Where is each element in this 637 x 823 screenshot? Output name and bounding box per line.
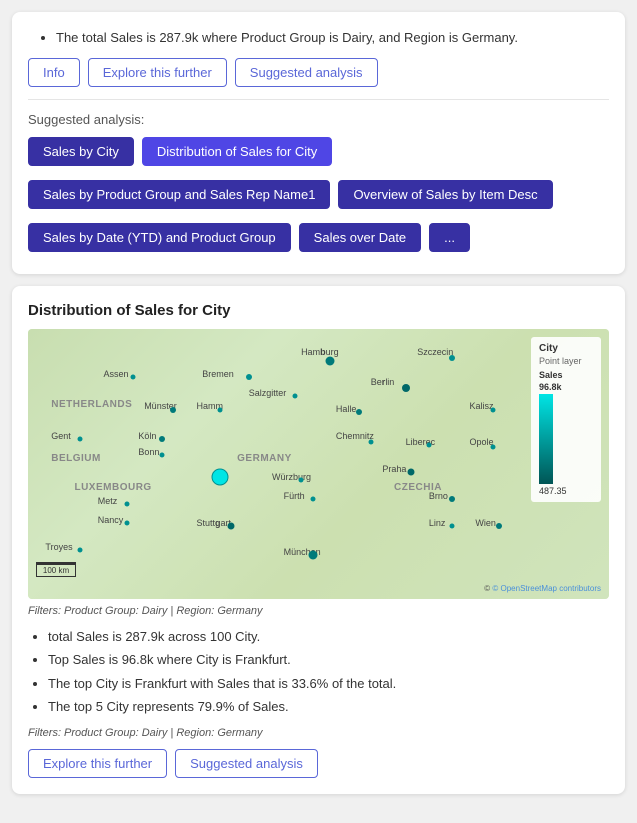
opole-dot xyxy=(490,445,495,450)
hamburg-label: Hamburg xyxy=(301,347,339,357)
suggested-label: Suggested analysis: xyxy=(28,112,609,127)
praha-label: Praha xyxy=(382,464,406,474)
legend-bar-row: 96.8k 487.35 xyxy=(539,382,593,496)
salzgitter-dot xyxy=(293,394,298,399)
sales-by-product-group-button[interactable]: Sales by Product Group and Sales Rep Nam… xyxy=(28,180,330,209)
bonn-dot xyxy=(159,453,164,458)
legend-title: City xyxy=(539,343,593,354)
munster-dot xyxy=(170,407,176,413)
map-filter-text: Filters: Product Group: Dairy | Region: … xyxy=(28,605,609,617)
legend-subtitle: Point layer xyxy=(539,356,593,366)
map-card: Distribution of Sales for City NETHERLAN… xyxy=(12,286,625,794)
liberec-dot xyxy=(426,442,431,447)
nancy-label: Nancy xyxy=(98,515,124,525)
hamm-dot xyxy=(217,407,222,412)
bonn-label: Bonn xyxy=(138,447,159,457)
troyes-label: Troyes xyxy=(45,542,72,552)
gent-label: Gent xyxy=(51,431,71,441)
bullet-total-sales: total Sales is 287.9k across 100 City. xyxy=(48,627,609,647)
map-background: NETHERLANDS BELGIUM LUXEMBOURG GERMANY C… xyxy=(28,329,609,599)
szczecin-label: Szczecin xyxy=(417,347,453,357)
metz-dot xyxy=(124,502,129,507)
legend-metric: Sales xyxy=(539,370,593,380)
brno-dot xyxy=(449,496,455,502)
stuttgart-dot xyxy=(228,522,235,529)
linz-label: Linz xyxy=(429,518,446,528)
top-info-card: The total Sales is 287.9k where Product … xyxy=(12,12,625,274)
frankfurt-dot xyxy=(211,469,228,486)
info-button[interactable]: Info xyxy=(28,58,80,87)
map-scale: 100 km xyxy=(36,562,76,577)
legend-gradient-bar xyxy=(539,394,553,484)
divider xyxy=(28,99,609,100)
belgium-label: BELGIUM xyxy=(51,453,101,464)
halle-label: Halle xyxy=(336,404,357,414)
assen-dot xyxy=(130,375,135,380)
praha-dot xyxy=(408,468,415,475)
info-text: The total Sales is 287.9k where Product … xyxy=(56,28,609,48)
sales-over-date-button[interactable]: Sales over Date xyxy=(299,223,422,252)
map-legend: City Point layer Sales 96.8k 487.35 xyxy=(531,337,601,502)
halle-dot xyxy=(356,409,362,415)
netherlands-label: NETHERLANDS xyxy=(51,399,132,410)
bottom-action-buttons: Explore this further Suggested analysis xyxy=(28,749,609,778)
analysis-bullets: total Sales is 287.9k across 100 City. T… xyxy=(28,627,609,717)
wurzburg-dot xyxy=(299,477,304,482)
hamburg-dot xyxy=(326,356,335,365)
explore-further-button-top[interactable]: Explore this further xyxy=(88,58,227,87)
bremen-label: Bremen xyxy=(202,369,234,379)
bottom-filter-text: Filters: Product Group: Dairy | Region: … xyxy=(28,727,609,739)
troyes-dot xyxy=(78,547,83,552)
sales-by-city-button[interactable]: Sales by City xyxy=(28,137,134,166)
osm-link[interactable]: © OpenStreetMap contributors xyxy=(492,584,601,593)
salzgitter-label: Salzgitter xyxy=(249,388,287,398)
map-title: Distribution of Sales for City xyxy=(28,302,609,319)
berlin-dot xyxy=(402,384,410,392)
gent-dot xyxy=(78,437,83,442)
berlin-label: Berlin xyxy=(371,377,395,387)
bullet-top-5: The top 5 City represents 79.9% of Sales… xyxy=(48,697,609,717)
map-attribution: © © OpenStreetMap contributors xyxy=(484,584,601,593)
metz-label: Metz xyxy=(98,496,118,506)
legend-max: 96.8k xyxy=(539,382,562,392)
furth-label: Fürth xyxy=(284,491,305,501)
explore-further-button-bottom[interactable]: Explore this further xyxy=(28,749,167,778)
legend-min: 487.35 xyxy=(539,486,567,496)
bullet-top-city: The top City is Frankfurt with Sales tha… xyxy=(48,674,609,694)
overview-of-sales-button[interactable]: Overview of Sales by Item Desc xyxy=(338,180,552,209)
suggested-analysis-buttons: Sales by City Distribution of Sales for … xyxy=(28,137,609,258)
wurzburg-label: Würzburg xyxy=(272,472,311,482)
distribution-of-sales-button[interactable]: Distribution of Sales for City xyxy=(142,137,332,166)
wien-label: Wien xyxy=(475,518,496,528)
more-button[interactable]: ... xyxy=(429,223,470,252)
stuttgart-label: Stuttgart xyxy=(196,518,231,528)
info-bullet: The total Sales is 287.9k where Product … xyxy=(28,28,609,48)
bullet-top-sales: Top Sales is 96.8k where City is Frankfu… xyxy=(48,650,609,670)
sales-by-date-button[interactable]: Sales by Date (YTD) and Product Group xyxy=(28,223,291,252)
wien-dot xyxy=(496,523,502,529)
kalisz-dot xyxy=(490,407,495,412)
koln-dot xyxy=(159,436,165,442)
suggested-analysis-button-bottom[interactable]: Suggested analysis xyxy=(175,749,318,778)
nancy-dot xyxy=(124,520,129,525)
furth-dot xyxy=(310,496,315,501)
linz-dot xyxy=(450,523,455,528)
top-action-buttons: Info Explore this further Suggested anal… xyxy=(28,58,609,87)
germany-label: GERMANY xyxy=(237,453,292,464)
koln-label: Köln xyxy=(138,431,156,441)
scale-bar: 100 km xyxy=(36,562,76,577)
brno-label: Brno xyxy=(429,491,448,501)
luxembourg-label: LUXEMBOURG xyxy=(74,482,151,493)
assen-label: Assen xyxy=(104,369,129,379)
bremen-dot xyxy=(246,374,252,380)
suggested-analysis-button-top[interactable]: Suggested analysis xyxy=(235,58,378,87)
munchen-dot xyxy=(308,551,317,560)
szczecin-dot xyxy=(449,355,455,361)
map-container[interactable]: NETHERLANDS BELGIUM LUXEMBOURG GERMANY C… xyxy=(28,329,609,599)
chemnitz-dot xyxy=(368,439,373,444)
